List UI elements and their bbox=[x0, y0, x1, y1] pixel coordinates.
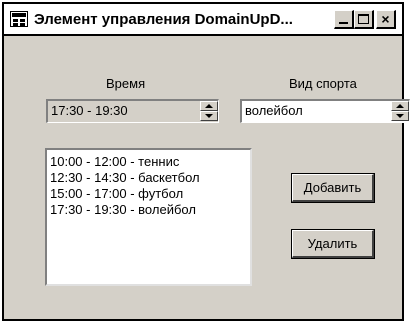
arrow-down-icon bbox=[205, 114, 213, 118]
app-window-icon[interactable] bbox=[10, 11, 28, 27]
arrow-down-icon bbox=[396, 114, 404, 118]
arrow-up-icon bbox=[205, 104, 213, 108]
sport-down-button[interactable] bbox=[391, 111, 409, 121]
time-label: Время bbox=[106, 76, 146, 91]
close-button[interactable]: × bbox=[376, 10, 396, 29]
sport-label: Вид спорта bbox=[289, 76, 357, 91]
arrow-up-icon bbox=[396, 104, 404, 108]
title-bar[interactable]: Элемент управления DomainUpD... × bbox=[4, 4, 402, 36]
list-item[interactable]: 12:30 - 14:30 - баскетбол bbox=[50, 170, 250, 186]
delete-button[interactable]: Удалить bbox=[291, 229, 375, 259]
minimize-icon bbox=[339, 22, 348, 24]
maximize-button[interactable] bbox=[354, 10, 374, 29]
schedule-listbox[interactable]: 10:00 - 12:00 - теннис 12:30 - 14:30 - б… bbox=[45, 148, 252, 286]
time-spinner bbox=[200, 101, 218, 122]
sport-up-button[interactable] bbox=[391, 101, 409, 111]
list-item[interactable]: 15:00 - 17:00 - футбол bbox=[50, 186, 250, 202]
window-title: Элемент управления DomainUpD... bbox=[34, 11, 293, 28]
sport-spinner bbox=[391, 101, 409, 122]
time-domain-updown[interactable]: 17:30 - 19:30 bbox=[46, 99, 219, 123]
close-icon: × bbox=[381, 11, 390, 27]
minimize-button[interactable] bbox=[334, 10, 354, 29]
maximize-icon bbox=[358, 14, 369, 24]
time-down-button[interactable] bbox=[200, 111, 218, 121]
add-button[interactable]: Добавить bbox=[291, 173, 375, 203]
sport-value[interactable]: волейбол bbox=[242, 101, 391, 122]
list-item[interactable]: 17:30 - 19:30 - волейбол bbox=[50, 202, 250, 218]
time-up-button[interactable] bbox=[200, 101, 218, 111]
time-value[interactable]: 17:30 - 19:30 bbox=[48, 101, 200, 122]
app-window: Элемент управления DomainUpD... × Время … bbox=[2, 2, 410, 321]
list-item[interactable]: 10:00 - 12:00 - теннис bbox=[50, 154, 250, 170]
sport-domain-updown[interactable]: волейбол bbox=[240, 99, 410, 123]
